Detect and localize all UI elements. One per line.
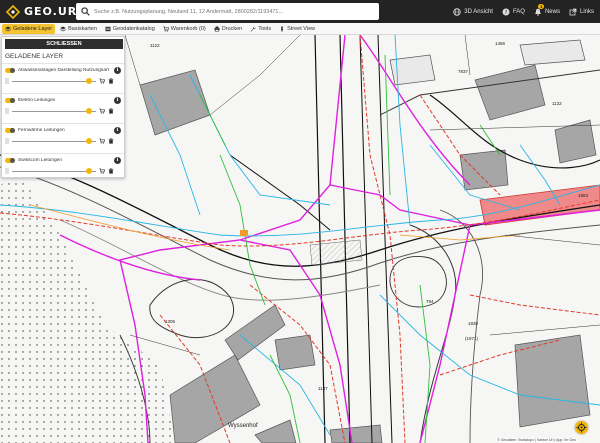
logo-text: GEO.UR (24, 5, 78, 18)
buildings (139, 39, 597, 443)
parcel-label: 1122 (150, 43, 160, 48)
parcel-label: 1830 (468, 321, 479, 326)
tab-warenkorb-label: Warenkorb (0) (170, 25, 206, 32)
tab-geodatenkatalog[interactable]: Geodatenkatalog (102, 24, 158, 34)
printer-icon (214, 26, 220, 32)
nav-links-label: Links (579, 8, 594, 15)
tab-warenkorb[interactable]: Warenkorb (0) (160, 24, 209, 34)
opacity-slider[interactable] (12, 168, 96, 174)
parcel-label: 1305 (165, 319, 176, 324)
search-icon (81, 7, 90, 16)
layer-item: Elektro Leitungen i (2, 93, 124, 123)
tab-street-view[interactable]: Street View (276, 24, 318, 34)
logo[interactable]: GEO.UR (6, 4, 78, 19)
question-icon: ? (502, 8, 510, 16)
drag-handle-icon[interactable] (5, 108, 9, 114)
layer-item: Abwasseranlagen Darstellung Nutzungsart … (2, 63, 124, 93)
cart-add-icon[interactable] (99, 168, 105, 174)
logo-icon (6, 4, 20, 19)
parcel-label: (1971) (465, 336, 479, 341)
layer-visibility-toggle[interactable] (5, 157, 15, 163)
tab-tools[interactable]: Tools (247, 24, 274, 34)
parcel-label: 784 (426, 299, 434, 304)
globe-icon (453, 7, 461, 16)
nav-faq-label: FAQ (512, 8, 525, 15)
highlight-area (479, 184, 600, 226)
news-badge: 1 (537, 3, 545, 9)
search-input[interactable] (94, 8, 374, 15)
info-icon[interactable]: i (114, 126, 121, 134)
cart-add-icon[interactable] (99, 78, 105, 84)
top-nav: 3D Ansicht ? FAQ 1 News Links (453, 0, 594, 23)
tab-drucken-label: Drucken (221, 25, 243, 32)
drag-handle-icon[interactable] (5, 78, 9, 84)
top-bar: GEO.UR 3D Ansicht ? FAQ 1 News Links (0, 0, 600, 23)
trash-icon[interactable] (108, 168, 114, 174)
toolbar: Geladene Layer Basiskarten Geodatenkatal… (0, 23, 600, 35)
parcel-label: 1132 (552, 101, 562, 106)
nav-3d-view[interactable]: 3D Ansicht (453, 7, 493, 16)
map-attribution[interactable]: © Geodaten: Swisstopo | Kanton Uri | App… (495, 438, 578, 442)
info-icon[interactable]: i (114, 96, 121, 104)
trash-icon[interactable] (108, 108, 114, 114)
locate-button[interactable] (575, 421, 588, 434)
place-label: Wyssenhof (228, 423, 258, 429)
opacity-slider[interactable] (12, 138, 96, 144)
layer-name: Abwasseranlagen Darstellung Nutzungsart (18, 67, 109, 73)
drag-handle-icon[interactable] (5, 138, 9, 144)
layer-name: Fernwärme Leitungen (18, 127, 65, 133)
panel-title: GELADENE LAYER (5, 53, 64, 60)
external-link-icon (569, 8, 577, 15)
catalog-icon (105, 26, 111, 31)
opacity-slider[interactable] (12, 78, 96, 84)
parcel-label: 1137 (318, 386, 328, 391)
bell-icon (535, 8, 541, 16)
tab-basiskarten-label: Basiskarten (68, 25, 97, 32)
trash-icon[interactable] (108, 138, 114, 144)
info-icon[interactable]: i (114, 66, 121, 74)
crosshair-icon (576, 422, 587, 433)
svg-text:?: ? (505, 10, 508, 16)
cart-icon (163, 25, 169, 32)
opacity-slider[interactable] (12, 108, 96, 114)
nav-news[interactable]: 1 News (534, 3, 560, 16)
tab-basiskarten[interactable]: Basiskarten (57, 24, 100, 34)
layer-item: Swisscom Leitungen i (2, 153, 124, 183)
railway-lines (314, 35, 393, 443)
layer-item: Fernwärme Leitungen i (2, 123, 124, 153)
search-bar[interactable] (76, 3, 379, 20)
tab-drucken[interactable]: Drucken (211, 24, 245, 34)
layer-name: Elektro Leitungen (18, 97, 56, 103)
parcel-label: 1863 (578, 193, 589, 198)
layer-visibility-toggle[interactable] (5, 67, 15, 73)
layer-visibility-toggle[interactable] (5, 127, 15, 133)
tab-geodatenkatalog-label: Geodatenkatalog (112, 25, 155, 32)
layer-panel: SCHLIESSEN GELADENE LAYER Abwasseranlage… (1, 36, 125, 178)
streetview-icon (281, 25, 284, 32)
layer-name: Swisscom Leitungen (18, 157, 62, 163)
cart-add-icon[interactable] (99, 138, 105, 144)
nav-links[interactable]: Links (569, 8, 594, 16)
tab-geladene-layer[interactable]: Geladene Layer (2, 23, 56, 34)
tab-street-view-label: Street View (287, 25, 316, 32)
tab-tools-label: Tools (258, 25, 272, 32)
cart-add-icon[interactable] (99, 108, 105, 114)
orange-utility-lines (29, 204, 521, 251)
wrench-icon (250, 26, 256, 32)
layer-visibility-toggle[interactable] (5, 97, 15, 103)
parcel-label: 1486 (495, 41, 506, 46)
tab-geladene-layer-label: Geladene Layer (13, 25, 53, 32)
close-button[interactable]: SCHLIESSEN (5, 39, 123, 49)
drag-handle-icon[interactable] (5, 168, 9, 174)
map-marker[interactable] (240, 230, 248, 236)
info-icon[interactable]: i (114, 156, 121, 164)
hatched-area (309, 239, 363, 266)
nav-3d-view-label: 3D Ansicht (464, 8, 493, 15)
basemap-icon (60, 26, 67, 31)
nav-faq[interactable]: ? FAQ (502, 8, 525, 16)
parcel-label: 7837 (458, 69, 469, 74)
layers-icon (5, 26, 11, 31)
trash-icon[interactable] (108, 78, 114, 84)
nav-news-label: News (544, 8, 560, 15)
